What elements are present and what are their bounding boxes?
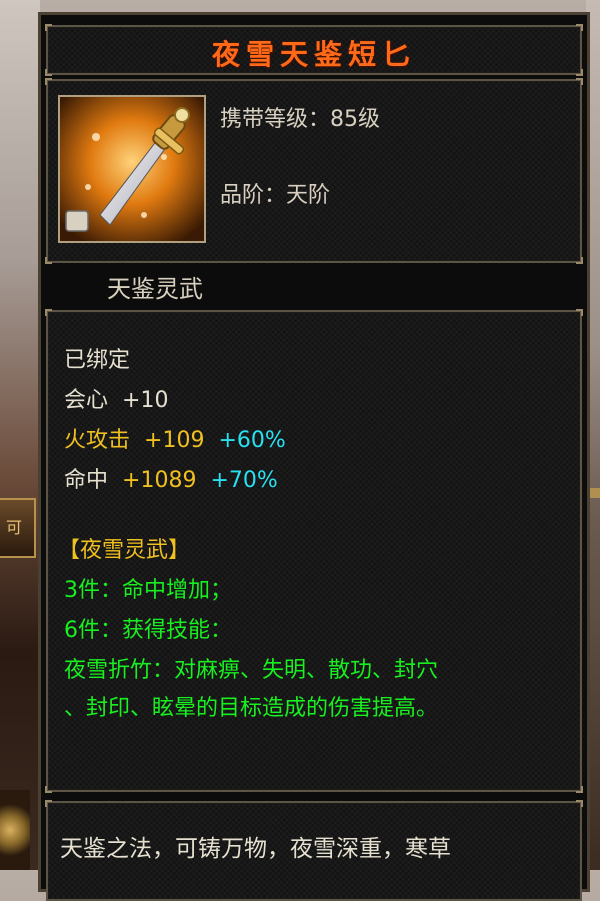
item-tooltip: 夜雪天鉴短匕 携带等级：85级 品阶：天阶 天鉴灵武 已绑定 会心 +10 火攻… <box>38 12 590 901</box>
stat-hit-value: +1089 <box>122 468 197 493</box>
background-left: 可 <box>0 0 40 870</box>
coin-icon <box>0 790 30 870</box>
item-name: 夜雪天鉴短匕 <box>211 38 416 71</box>
stat-crit-value: +10 <box>122 388 169 413</box>
title-panel: 夜雪天鉴短匕 <box>45 24 583 76</box>
set-skill-line-2: 、封印、眩晕的目标造成的伤害提高。 <box>64 696 439 721</box>
description-panel: 天鉴之法，可铸万物，夜雪深重，寒草 <box>45 800 583 901</box>
item-grade: 品阶：天阶 <box>220 183 331 208</box>
set-bonus-3: 3件：命中增加； <box>64 578 232 603</box>
stat-fire-value: +109 <box>144 428 205 453</box>
dagger-icon[interactable] <box>58 95 206 243</box>
stat-fire-label: 火攻击 <box>64 428 131 453</box>
description-line-1: 天鉴之法，可铸万物，夜雪深重，寒草 <box>60 836 451 862</box>
set-title: 【夜雪灵武】 <box>58 538 191 563</box>
info-panel: 携带等级：85级 品阶：天阶 <box>45 78 583 264</box>
stat-fire-percent: +60% <box>218 428 286 453</box>
bound-status: 已绑定 <box>64 348 131 373</box>
side-tab-glyph: 可 <box>6 518 23 537</box>
side-tab[interactable]: 可 <box>0 498 36 558</box>
item-category: 天鉴灵武 <box>107 275 203 303</box>
stat-hit-percent: +70% <box>210 468 278 493</box>
carry-level: 携带等级：85级 <box>220 107 380 132</box>
set-bonus-6: 6件：获得技能： <box>64 618 232 643</box>
stat-hit-label: 命中 <box>64 468 109 493</box>
stats-panel: 已绑定 会心 +10 火攻击 +109 +60% 命中 +1089 +70% 【… <box>45 309 583 793</box>
stat-fire-attack: 火攻击 +109 +60% <box>64 422 286 454</box>
stat-crit: 会心 +10 <box>64 382 168 414</box>
set-skill-line-1: 夜雪折竹：对麻痹、失明、散功、封穴 <box>64 658 439 683</box>
stat-hit: 命中 +1089 +70% <box>64 462 278 494</box>
stat-crit-label: 会心 <box>64 388 109 413</box>
